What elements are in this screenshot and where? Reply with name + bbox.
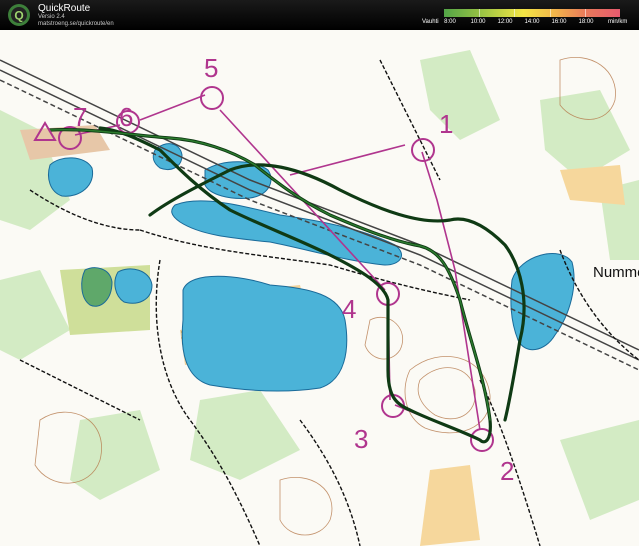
control-number: 7 xyxy=(73,102,87,132)
speed-tick: 8:00 xyxy=(444,19,456,25)
logo-letter: Q xyxy=(14,9,23,23)
speed-tick: 10:00 xyxy=(470,19,486,25)
quickroute-logo-icon: Q xyxy=(8,4,30,26)
place-label: Nummela xyxy=(593,264,639,281)
speed-color-bar xyxy=(444,9,620,17)
speed-unit: min/km xyxy=(608,19,628,25)
speed-tick: 16:00 xyxy=(551,19,567,25)
control-number: 2 xyxy=(500,456,514,486)
control-number: 3 xyxy=(354,424,368,454)
control-number: 5 xyxy=(204,53,218,83)
speed-legend: Vauhti 8:00 10:00 12:00 14:00 16:00 18:0… xyxy=(420,6,635,28)
app-title: QuickRoute xyxy=(38,3,91,14)
control-number: 1 xyxy=(439,109,453,139)
app-header: Q QuickRoute Versio 2.4 matstroeng.se/qu… xyxy=(0,0,639,30)
app-url: matstroeng.se/quickroute/en xyxy=(38,21,114,27)
app-version: Versio 2.4 xyxy=(38,14,65,20)
control-number: 4 xyxy=(342,294,356,324)
speed-tick: 12:00 xyxy=(497,19,513,25)
orienteering-map[interactable]: 1 2 3 4 5 6 7 Nummela xyxy=(0,30,639,546)
speed-tick: 18:00 xyxy=(578,19,594,25)
speed-legend-label: Vauhti xyxy=(422,19,439,25)
speed-tick: 14:00 xyxy=(524,19,540,25)
control-number: 6 xyxy=(119,102,133,132)
